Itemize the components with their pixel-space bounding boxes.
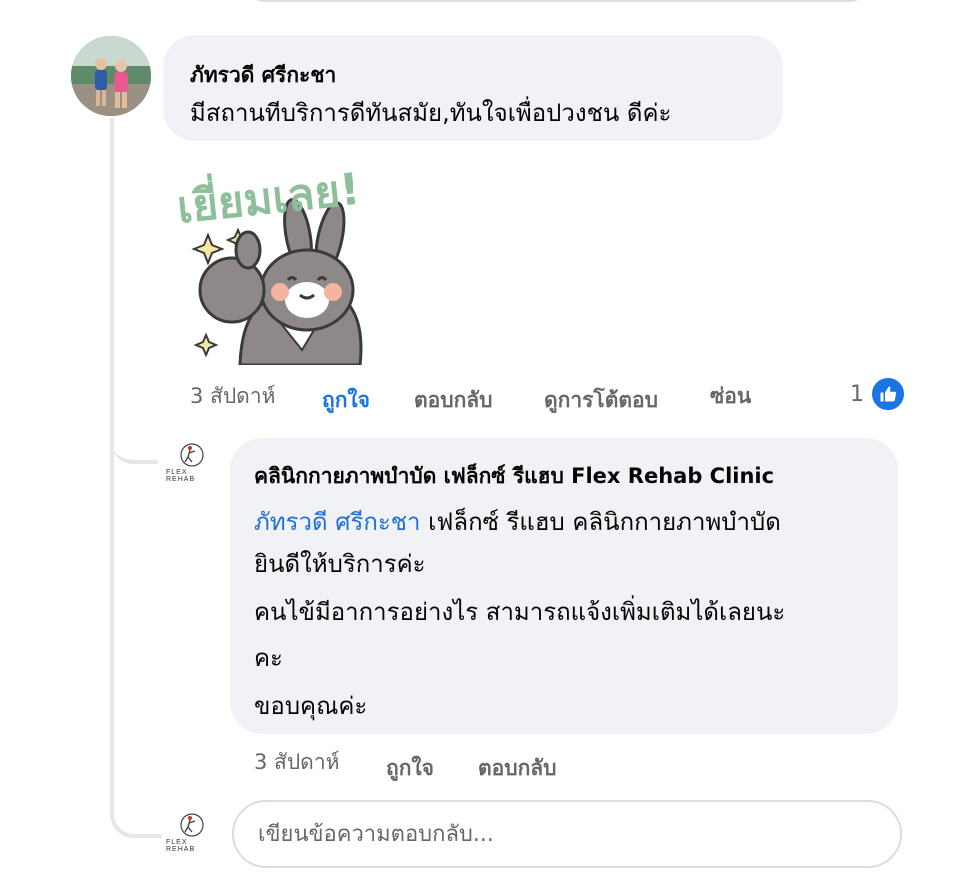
composer-avatar-brand: FLEX REHAB <box>166 838 196 853</box>
bunny-thumbs-up-sticker-icon: เยี่ยมเลย! <box>174 158 363 367</box>
reply-line-4: คะ <box>254 644 283 672</box>
clinic-avatar-brand: FLEX REHAB <box>166 468 196 483</box>
composer-avatar[interactable]: FLEX REHAB <box>166 806 218 858</box>
user-avatar[interactable] <box>71 36 151 116</box>
reply-author[interactable]: คลินิกกายภาพบำบัด เฟล็กซ์ รีแฮบ Flex Reh… <box>254 460 774 493</box>
comment-bubble: ภัทรวดี ศรีกะชา มีสถานทีบริการดีทันสมัย,… <box>163 35 783 141</box>
reply-timestamp[interactable]: 3 สัปดาห์ <box>254 746 339 779</box>
sticker[interactable]: เยี่ยมเลย! <box>170 150 410 367</box>
like-icon <box>870 376 906 412</box>
comment-reply-button[interactable]: ตอบกลับ <box>414 384 493 417</box>
comment-text: มีสถานทีบริการดีทันสมัย,ทันใจเพื่อปวงชน … <box>190 99 672 127</box>
comment-timestamp[interactable]: 3 สัปดาห์ <box>190 380 275 413</box>
reply-line-1-rest: เฟล็กซ์ รีแฮบ คลินิกกายภาพบำบัด <box>420 508 781 536</box>
reply-line-1: ภัทรวดี ศรีกะชา เฟล็กซ์ รีแฮบ คลินิกกายภ… <box>254 500 781 544</box>
hide-button[interactable]: ซ่อน <box>710 380 751 413</box>
reply-line-2: ยินดีให้บริการค่ะ <box>254 550 426 578</box>
view-replies-button[interactable]: ดูการโต้ตอบ <box>544 384 658 417</box>
thread-branch-composer <box>110 434 162 838</box>
reaction-count-number: 1 <box>850 381 864 407</box>
clinic-avatar[interactable]: FLEX REHAB <box>166 436 218 488</box>
reply-reply-button[interactable]: ตอบกลับ <box>478 752 557 785</box>
reaction-count[interactable]: 1 <box>850 376 906 412</box>
reply-input[interactable] <box>232 800 902 868</box>
reply-line-3: คนไข้มีอาการอย่างไร สามารถแจ้งเพิ่มเติมไ… <box>254 598 786 626</box>
reply-line-5: ขอบคุณค่ะ <box>254 692 368 720</box>
comment-like-button[interactable]: ถูกใจ <box>322 384 370 417</box>
flex-rehab-logo-icon <box>180 812 204 837</box>
thread-line <box>110 118 114 438</box>
mention-link[interactable]: ภัทรวดี ศรีกะชา <box>254 508 421 536</box>
comment-author[interactable]: ภัทรวดี ศรีกะชา <box>190 59 336 92</box>
previous-comment-bubble <box>245 0 869 2</box>
reply-like-button[interactable]: ถูกใจ <box>386 752 434 785</box>
reply-bubble: คลินิกกายภาพบำบัด เฟล็กซ์ รีแฮบ Flex Reh… <box>230 438 898 734</box>
flex-rehab-logo-icon <box>180 442 204 467</box>
avatar-photo <box>71 36 151 116</box>
